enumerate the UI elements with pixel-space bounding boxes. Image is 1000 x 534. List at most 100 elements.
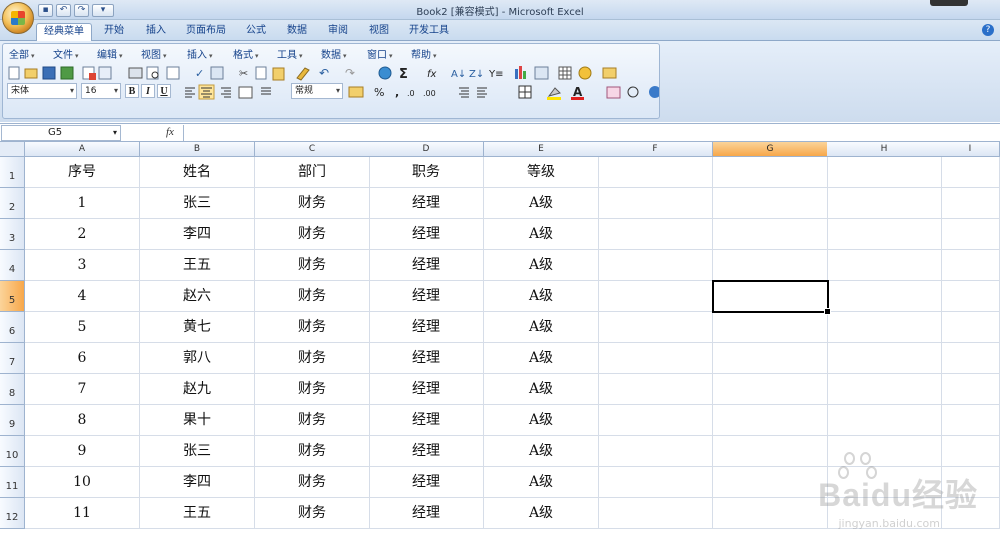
cell-B7[interactable]: 郭八 [140,343,255,374]
tab-review[interactable]: 审阅 [322,23,354,41]
cell-F6[interactable] [598,312,713,343]
cell-E6[interactable]: A级 [484,312,599,343]
menu-data[interactable]: 数据 [321,46,347,61]
cell-C7[interactable]: 财务 [255,343,370,374]
tab-view[interactable]: 视图 [362,23,396,41]
cell-A10[interactable]: 9 [25,436,140,467]
cell-A8[interactable]: 7 [25,374,140,405]
cell-A12[interactable]: 11 [25,498,140,529]
cell-I3[interactable] [941,219,1000,250]
row-header-3[interactable]: 3 [0,219,25,250]
column-header-e[interactable]: E [484,142,599,157]
menu-file[interactable]: 文件 [53,46,79,61]
column-header-a[interactable]: A [25,142,140,157]
cell-E4[interactable]: A级 [484,250,599,281]
row-header-7[interactable]: 7 [0,343,25,374]
cell-E5[interactable]: A级 [484,281,599,312]
cell-D4[interactable]: 经理 [369,250,484,281]
cell-G2[interactable] [713,188,828,219]
menu-tools[interactable]: 工具 [277,46,303,61]
cell-G11[interactable] [713,467,828,498]
row-header-9[interactable]: 9 [0,405,25,436]
cell-A7[interactable]: 6 [25,343,140,374]
cell-C12[interactable]: 财务 [255,498,370,529]
cell-A9[interactable]: 8 [25,405,140,436]
cell-B3[interactable]: 李四 [140,219,255,250]
underline-button[interactable]: U [157,84,171,98]
cell-C5[interactable]: 财务 [255,281,370,312]
cell-B11[interactable]: 李四 [140,467,255,498]
active-cell-cursor[interactable] [712,280,831,315]
cell-D6[interactable]: 经理 [369,312,484,343]
row-header-11[interactable]: 11 [0,467,25,498]
column-header-c[interactable]: C [255,142,370,157]
cell-A3[interactable]: 2 [25,219,140,250]
row-header-4[interactable]: 4 [0,250,25,281]
cell-I5[interactable] [941,281,1000,312]
tab-home[interactable]: 开始 [98,23,130,41]
cell-I7[interactable] [941,343,1000,374]
cell-G1[interactable] [713,157,828,188]
cell-D10[interactable]: 经理 [369,436,484,467]
formula-input[interactable] [186,125,996,141]
cell-C1[interactable]: 部门 [255,157,370,188]
cell-B6[interactable]: 黄七 [140,312,255,343]
cell-I9[interactable] [941,405,1000,436]
cell-F8[interactable] [598,374,713,405]
cell-H9[interactable] [827,405,942,436]
menu-all[interactable]: 全部 [9,46,35,61]
cell-E3[interactable]: A级 [484,219,599,250]
office-button[interactable] [2,2,34,34]
cell-A6[interactable]: 5 [25,312,140,343]
cell-C11[interactable]: 财务 [255,467,370,498]
column-header-h[interactable]: H [827,142,942,157]
cell-H2[interactable] [827,188,942,219]
cell-C4[interactable]: 财务 [255,250,370,281]
help-icon[interactable]: ? [982,24,994,36]
row-header-10[interactable]: 10 [0,436,25,467]
cell-I2[interactable] [941,188,1000,219]
cell-E7[interactable]: A级 [484,343,599,374]
cell-A5[interactable]: 4 [25,281,140,312]
cell-E2[interactable]: A级 [484,188,599,219]
cell-G12[interactable] [713,498,828,529]
italic-button[interactable]: I [141,84,155,98]
cell-C2[interactable]: 财务 [255,188,370,219]
cell-D7[interactable]: 经理 [369,343,484,374]
cell-G4[interactable] [713,250,828,281]
cell-F11[interactable] [598,467,713,498]
cell-B1[interactable]: 姓名 [140,157,255,188]
tab-insert[interactable]: 插入 [140,23,172,41]
cell-H6[interactable] [827,312,942,343]
cell-E11[interactable]: A级 [484,467,599,498]
cell-D9[interactable]: 经理 [369,405,484,436]
menu-insert[interactable]: 插入 [187,46,213,61]
cell-D12[interactable]: 经理 [369,498,484,529]
cell-G8[interactable] [713,374,828,405]
cell-G7[interactable] [713,343,828,374]
cell-F3[interactable] [598,219,713,250]
cell-G3[interactable] [713,219,828,250]
menu-view[interactable]: 视图 [141,46,167,61]
cell-E9[interactable]: A级 [484,405,599,436]
select-all-corner[interactable] [0,142,25,157]
menu-edit[interactable]: 编辑 [97,46,123,61]
cell-E10[interactable]: A级 [484,436,599,467]
cell-G9[interactable] [713,405,828,436]
row-header-2[interactable]: 2 [0,188,25,219]
cell-D5[interactable]: 经理 [369,281,484,312]
cell-F10[interactable] [598,436,713,467]
bold-button[interactable]: B [125,84,139,98]
cell-F4[interactable] [598,250,713,281]
cell-H1[interactable] [827,157,942,188]
cell-G10[interactable] [713,436,828,467]
cell-I1[interactable] [941,157,1000,188]
menu-help[interactable]: 帮助 [411,46,437,61]
cell-B9[interactable]: 果十 [140,405,255,436]
cell-I10[interactable] [941,436,1000,467]
cell-A4[interactable]: 3 [25,250,140,281]
tab-developer[interactable]: 开发工具 [404,23,454,41]
cell-F9[interactable] [598,405,713,436]
cell-C8[interactable]: 财务 [255,374,370,405]
cell-B5[interactable]: 赵六 [140,281,255,312]
